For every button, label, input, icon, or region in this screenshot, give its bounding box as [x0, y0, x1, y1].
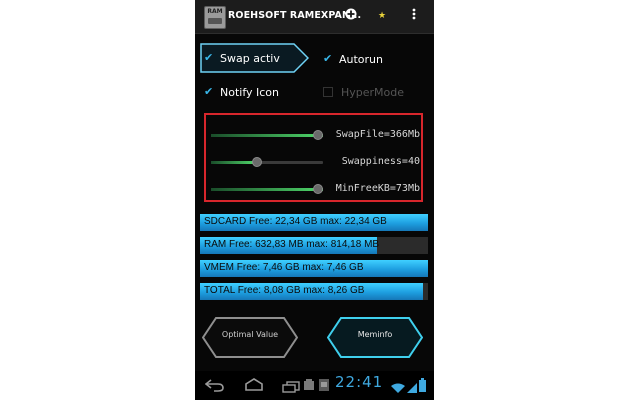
- optimal-value-button[interactable]: Optimal Value: [202, 317, 298, 358]
- ram-notification-icon: [318, 377, 330, 396]
- app-title: ROEHSOFT RAMEXPAN...: [228, 10, 362, 21]
- autorun-checkbox[interactable]: ✔ Autorun: [323, 48, 383, 70]
- total-memory-bar: TOTAL Free: 8,08 GB max: 8,26 GB: [200, 283, 428, 300]
- slider-fill: [211, 134, 323, 137]
- signal-icon: [407, 379, 417, 398]
- slider-thumb[interactable]: [313, 130, 323, 140]
- notify-icon-checkbox[interactable]: ✔ Notify Icon: [204, 81, 279, 103]
- checkbox-checked-icon: ✔: [323, 52, 333, 65]
- chip-icon: [208, 18, 222, 24]
- swapfile-label: SwapFile=366Mb: [335, 129, 420, 140]
- hypermode-checkbox[interactable]: HyperMode: [323, 81, 404, 103]
- back-icon[interactable]: [204, 377, 225, 396]
- autorun-label: Autorun: [339, 52, 384, 66]
- add-circle-icon[interactable]: [344, 8, 358, 24]
- action-bar: RAM ROEHSOFT RAMEXPAN... ★: [195, 0, 434, 34]
- minfreekb-slider[interactable]: [211, 183, 323, 195]
- overflow-menu-icon[interactable]: [407, 8, 421, 24]
- swap-active-label: Swap activ: [220, 51, 280, 65]
- meminfo-button[interactable]: Meminfo: [327, 317, 423, 358]
- swapfile-slider[interactable]: [211, 129, 323, 141]
- minfreekb-label: MinFreeKB=73Mb: [335, 183, 420, 194]
- app-icon-label: RAM: [207, 8, 223, 15]
- swap-active-toggle[interactable]: ✔ Swap activ: [200, 43, 309, 73]
- sdcard-memory-bar: SDCARD Free: 22,34 GB max: 22,34 GB: [200, 214, 428, 231]
- phone-screen: RAM ROEHSOFT RAMEXPAN... ★ ✔ Swap activ …: [195, 0, 434, 400]
- home-icon[interactable]: [244, 377, 264, 396]
- notification-icon: [303, 377, 315, 396]
- total-memory-text: TOTAL Free: 8,08 GB max: 8,26 GB: [204, 285, 365, 296]
- slider-thumb[interactable]: [313, 184, 323, 194]
- checkbox-checked-icon: ✔: [204, 51, 214, 64]
- sdcard-memory-text: SDCARD Free: 22,34 GB max: 22,34 GB: [204, 216, 387, 227]
- ram-memory-text: RAM Free: 632,83 MB max: 814,18 MB: [204, 239, 380, 250]
- slider-thumb[interactable]: [251, 157, 262, 167]
- meminfo-label: Meminfo: [357, 330, 393, 339]
- slider-fill: [211, 188, 323, 191]
- vmem-memory-bar: VMEM Free: 7,46 GB max: 7,46 GB: [200, 260, 428, 277]
- navigation-bar: 22:41: [195, 371, 434, 400]
- battery-icon: [419, 377, 426, 396]
- recent-apps-icon[interactable]: [282, 378, 300, 397]
- slider-fill: [211, 161, 256, 164]
- checkbox-checked-icon: ✔: [204, 85, 214, 98]
- app-icon[interactable]: RAM: [204, 6, 226, 29]
- star-icon[interactable]: ★: [375, 8, 389, 24]
- hypermode-label: HyperMode: [341, 85, 405, 99]
- status-clock: 22:41: [335, 373, 384, 391]
- optimal-value-label: Optimal Value: [221, 330, 279, 339]
- swappiness-slider[interactable]: [211, 156, 323, 168]
- vmem-memory-text: VMEM Free: 7,46 GB max: 7,46 GB: [204, 262, 364, 273]
- checkbox-unchecked-icon: [323, 87, 333, 97]
- notify-icon-label: Notify Icon: [220, 85, 280, 99]
- wifi-icon: [391, 379, 405, 398]
- swappiness-label: Swappiness=40: [341, 156, 420, 167]
- ram-memory-bar: RAM Free: 632,83 MB max: 814,18 MB: [200, 237, 428, 254]
